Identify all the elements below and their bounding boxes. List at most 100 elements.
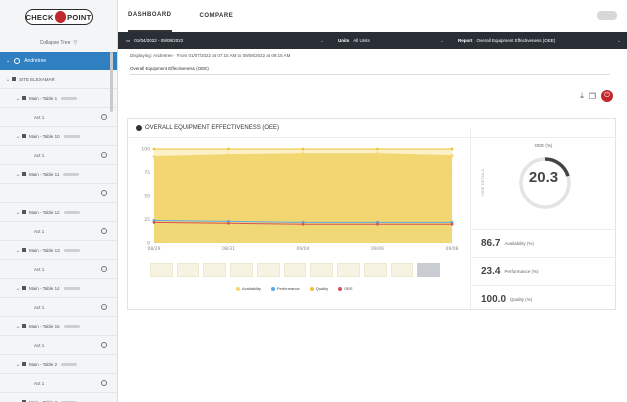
chevron-down-icon: ⌄ bbox=[15, 209, 21, 216]
brush-segment bbox=[230, 263, 253, 277]
x-tick-label: 08/29 bbox=[148, 246, 161, 252]
tree-root-plant[interactable]: ⌄ Andretree bbox=[0, 52, 117, 70]
legend-item[interactable]: Availability bbox=[236, 286, 261, 291]
date-range-picker[interactable]: ▭ 01/04/2022 - 09/08/2022 ⌄ bbox=[118, 32, 330, 49]
units-select[interactable]: Units All Units ⌄ bbox=[330, 32, 450, 49]
tree-label: Main - Table 11 bbox=[29, 171, 60, 177]
tree-label: Main - Table 15 bbox=[29, 323, 60, 329]
machine-icon bbox=[22, 96, 26, 100]
tree-site[interactable]: ⌄ SITE ELEXAMAR bbox=[0, 70, 117, 89]
report-label: Report bbox=[458, 38, 473, 43]
collapse-tree-button[interactable]: Collapse Tree ▽ bbox=[0, 34, 117, 52]
tree-asset[interactable]: Act 1 bbox=[0, 298, 117, 317]
x-tick-label: 09/06 bbox=[371, 246, 384, 252]
check-circle-icon[interactable] bbox=[101, 266, 107, 272]
sidebar-scrollbar[interactable] bbox=[110, 52, 113, 112]
redacted-text bbox=[61, 96, 78, 100]
tree-machine[interactable]: ⌄ Main - Table 10 bbox=[0, 127, 117, 146]
tree-label: Main - Table 10 bbox=[29, 133, 60, 139]
check-circle-icon[interactable] bbox=[101, 152, 107, 158]
chevron-down-icon: ⌄ bbox=[14, 399, 22, 402]
logo-mark bbox=[54, 11, 67, 23]
brush-segment bbox=[337, 263, 360, 277]
performance-label: Performance (%) bbox=[504, 269, 539, 274]
x-tick-label: 09/04 bbox=[297, 246, 310, 252]
plant-icon bbox=[14, 58, 21, 64]
power-icon[interactable]: ⏻ bbox=[601, 90, 613, 102]
site-label: SITE ELEXAMAR bbox=[19, 76, 55, 82]
tree-label: Act 1 bbox=[34, 342, 45, 348]
breadcrumb: Displaying: Andretree · From 01/07/2022 … bbox=[130, 53, 291, 58]
oee-series-line-point bbox=[376, 222, 379, 226]
units-value: All Units bbox=[353, 38, 370, 43]
company-logo[interactable]: CHECK POINT bbox=[24, 9, 93, 25]
tree-machine[interactable]: ⌄ Main - Table 11 bbox=[0, 165, 117, 184]
chevron-down-icon: ⌄ bbox=[320, 37, 324, 43]
report-select[interactable]: Report Overall Equipment Effectiveness (… bbox=[450, 32, 627, 49]
tree-asset[interactable]: Act 1 bbox=[0, 222, 117, 241]
check-circle-icon[interactable] bbox=[101, 304, 107, 310]
brush-segment bbox=[150, 263, 173, 277]
tree-machine[interactable]: ⌄ Main - Table 2 bbox=[0, 355, 117, 374]
tree-label: Main - Table 1 bbox=[29, 95, 58, 101]
check-circle-icon[interactable] bbox=[101, 380, 107, 386]
machine-icon bbox=[22, 324, 26, 328]
availability-series-line-point bbox=[376, 152, 379, 156]
tree-asset[interactable]: Act 1 bbox=[0, 374, 117, 393]
tree-asset[interactable] bbox=[0, 184, 117, 203]
kpi-availability: 86.7 Availability (%) bbox=[471, 229, 616, 257]
check-circle-icon[interactable] bbox=[101, 228, 107, 234]
redacted-text bbox=[61, 362, 78, 366]
quality-series-line-point bbox=[376, 147, 379, 151]
panel-header: OVERALL EQUIPMENT EFFECTIVENESS (OEE) bbox=[136, 125, 279, 131]
tree-asset[interactable]: Act 1 bbox=[0, 336, 117, 355]
panel-title: OVERALL EQUIPMENT EFFECTIVENESS (OEE) bbox=[145, 125, 280, 131]
quality-series-line-point bbox=[227, 147, 230, 151]
tree-asset[interactable]: Act 1 bbox=[0, 260, 117, 279]
tree-asset[interactable]: Act 1 bbox=[0, 108, 117, 127]
oee-chart[interactable]: 0 25 50 75 100 08/29 08/31 09/04 09/06 09/08 bbox=[134, 141, 464, 256]
quality-series-line-point bbox=[301, 147, 305, 151]
redacted-text bbox=[63, 286, 80, 290]
legend-swatch bbox=[338, 286, 343, 291]
tree-machine[interactable]: ⌄ Main - Table 12 bbox=[0, 203, 117, 222]
chevron-down-icon: ⌄ bbox=[15, 95, 21, 102]
y-tick-label: 0 bbox=[147, 241, 150, 247]
tree-machine[interactable]: ⌄Main - Table 3 bbox=[0, 393, 117, 402]
tab-compare[interactable]: COMPARE bbox=[200, 0, 234, 32]
oee-series-line-point bbox=[152, 220, 156, 224]
tree-machine[interactable]: ⌄ Main - Table 13 bbox=[0, 241, 117, 260]
chevron-down-icon: ⌄ bbox=[617, 37, 621, 43]
check-circle-icon[interactable] bbox=[101, 342, 107, 348]
check-circle-icon[interactable] bbox=[101, 190, 107, 196]
tree-machine[interactable]: ⌄ Main - Table 14 bbox=[0, 279, 117, 298]
brush-segment bbox=[390, 263, 414, 277]
legend-item[interactable]: Performance bbox=[270, 286, 300, 291]
legend-item[interactable]: OEE bbox=[338, 286, 353, 291]
download-icon[interactable]: ⤓ bbox=[580, 91, 584, 101]
tab-dashboard[interactable]: DASHBOARD bbox=[128, 0, 172, 32]
brush-handle[interactable] bbox=[417, 263, 441, 277]
info-icon bbox=[136, 125, 142, 131]
folder-icon bbox=[12, 77, 16, 81]
chart-range-brush[interactable] bbox=[150, 263, 441, 277]
legend-item[interactable]: Quality bbox=[309, 286, 328, 291]
report-value: Overall Equipment Effectiveness (OEE) bbox=[476, 38, 556, 43]
tree-label: Act 1 bbox=[34, 152, 45, 158]
tree-machine[interactable]: ⌄ Main - Table 1 bbox=[0, 89, 117, 108]
chevron-down-icon: ⌄ bbox=[5, 76, 11, 83]
user-menu[interactable] bbox=[597, 11, 617, 20]
y-tick-label: 100 bbox=[141, 147, 150, 153]
chevron-down-icon: ⌄ bbox=[15, 247, 21, 254]
legend-label: Performance bbox=[276, 286, 300, 291]
availability-series-line-point bbox=[152, 155, 156, 158]
y-tick-label: 75 bbox=[144, 170, 150, 176]
brush-segment bbox=[176, 263, 200, 277]
legend-label: OEE bbox=[344, 286, 353, 291]
check-circle-icon[interactable] bbox=[101, 114, 107, 120]
units-label: Units bbox=[338, 38, 350, 43]
copy-icon[interactable]: ❐ bbox=[589, 92, 596, 101]
tree-asset[interactable]: Act 1 bbox=[0, 146, 117, 165]
kpi-quality: 100.0 Quality (%) bbox=[471, 285, 616, 313]
tree-machine[interactable]: ⌄ Main - Table 15 bbox=[0, 317, 117, 336]
